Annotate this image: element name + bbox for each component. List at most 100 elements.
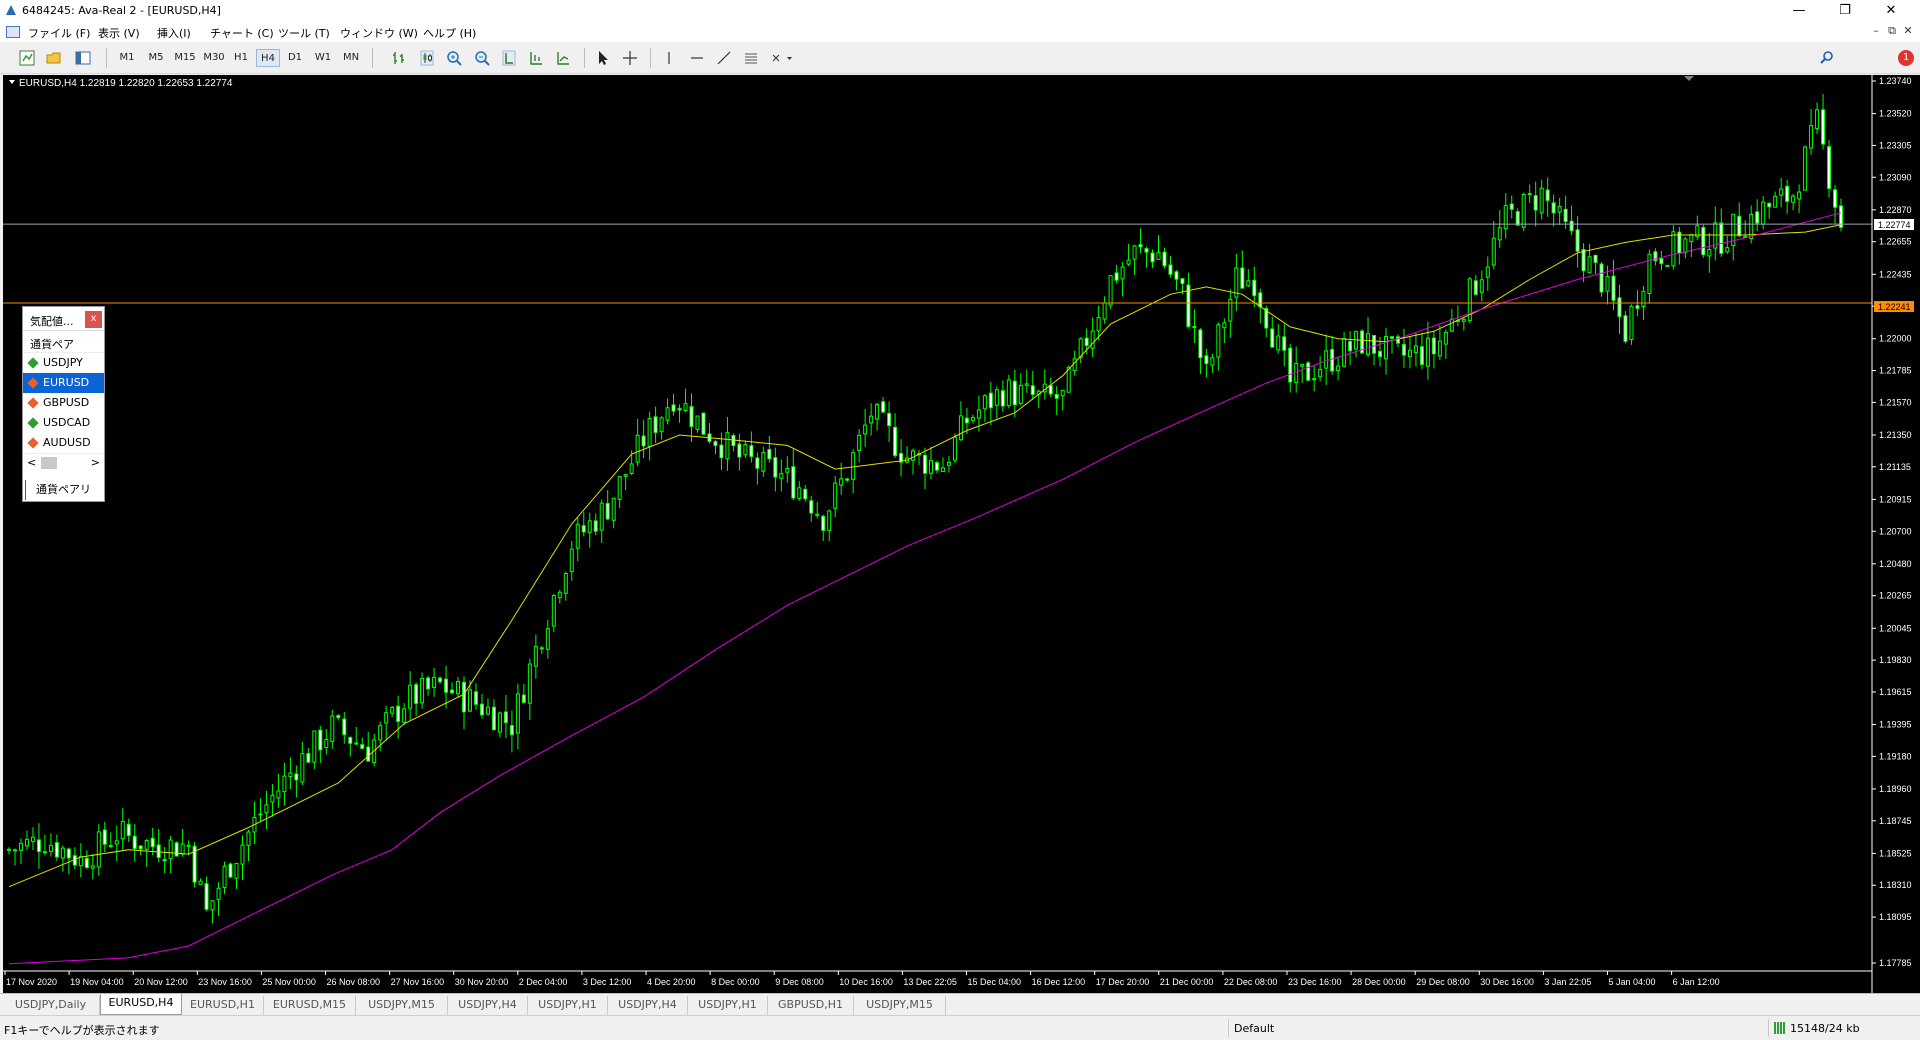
candle: [575, 517, 580, 562]
chart-tab[interactable]: EURUSD,M15: [264, 996, 356, 1015]
menu-view[interactable]: 表示 (V): [98, 25, 140, 41]
close-button[interactable]: ✕: [1868, 0, 1914, 22]
child-minimize-button[interactable]: –: [1868, 24, 1884, 37]
chart-tab[interactable]: USDJPY,H4: [608, 996, 688, 1015]
timeframe-m5-button[interactable]: M5: [145, 49, 167, 67]
x-tick-label: 4 Dec 20:00: [647, 977, 696, 987]
scroll-right-arrow-icon[interactable]: >: [91, 456, 100, 469]
cursor-icon[interactable]: [594, 49, 612, 67]
auto-scroll-icon[interactable]: [527, 49, 545, 67]
timeframe-h4-button[interactable]: H4: [256, 49, 280, 67]
x-tick-label: 16 Dec 12:00: [1032, 977, 1086, 987]
candle: [1168, 255, 1173, 278]
child-restore-button[interactable]: ⧉: [1884, 24, 1900, 38]
minimize-button[interactable]: —: [1776, 0, 1822, 22]
scroll-left-arrow-icon[interactable]: <: [27, 456, 36, 469]
zoom-in-icon[interactable]: [445, 49, 463, 67]
candle: [414, 682, 419, 717]
profiles-icon[interactable]: [45, 49, 63, 67]
chart-tab[interactable]: GBPUSD,H1: [768, 996, 854, 1015]
candle: [114, 825, 119, 862]
candle: [276, 773, 281, 808]
candle: [1803, 145, 1808, 191]
candle: [1839, 198, 1844, 232]
bar-chart-icon[interactable]: [390, 49, 408, 67]
chart-tab[interactable]: USDJPY,Daily: [2, 996, 100, 1015]
chart-area[interactable]: 1.23740 1.23520 1.23305 1.23090 1.22870 1.226…: [3, 75, 1920, 993]
menu-tools[interactable]: ツール (T): [278, 25, 330, 41]
timeframe-w1-button[interactable]: W1: [312, 49, 334, 67]
menu-insert[interactable]: 挿入(I): [157, 25, 191, 41]
scroll-thumb[interactable]: [41, 457, 57, 469]
chart-menu-icon[interactable]: [9, 80, 15, 84]
symbol-row-gbpusd[interactable]: GBPUSD: [23, 393, 104, 413]
candle: [1593, 254, 1598, 274]
candle: [330, 709, 335, 749]
notification-badge[interactable]: 1: [1898, 50, 1914, 66]
candle: [1384, 327, 1389, 375]
market-watch-close-button[interactable]: x: [85, 311, 102, 328]
trendline-icon[interactable]: [715, 49, 733, 67]
candlestick-icon[interactable]: [418, 49, 436, 67]
menu-help[interactable]: ヘルプ (H): [423, 25, 476, 41]
chart-tab[interactable]: USDJPY,M15: [356, 996, 448, 1015]
symbol-row-eurusd[interactable]: EURUSD: [23, 373, 104, 393]
tile-windows-icon[interactable]: [500, 49, 518, 67]
chart-shift-marker[interactable]: [1684, 76, 1694, 81]
channel-icon[interactable]: [742, 49, 760, 67]
chart-tab[interactable]: EURUSD,H1: [182, 996, 264, 1015]
candle: [1186, 272, 1191, 329]
market-watch-window[interactable]: 気配値... x 通貨ペア USDJPY EURUSD GBPUSD USDCA…: [22, 306, 105, 516]
candle: [857, 429, 862, 463]
chart-tab-active[interactable]: EURUSD,H4: [100, 994, 182, 1015]
chart-shift-icon[interactable]: [554, 49, 572, 67]
search-icon[interactable]: [1818, 49, 1836, 67]
symbol-row-usdcad[interactable]: USDCAD: [23, 413, 104, 433]
x-tick-label: 30 Nov 20:00: [455, 977, 509, 987]
timeframe-m30-button[interactable]: M30: [201, 49, 227, 67]
candle: [521, 684, 526, 704]
menu-window[interactable]: ウィンドウ (W): [340, 25, 418, 41]
menu-chart[interactable]: チャート (C): [210, 25, 274, 41]
candle: [958, 401, 963, 441]
candle: [456, 677, 461, 699]
timeframe-d1-button[interactable]: D1: [284, 49, 306, 67]
chart-tab[interactable]: USDJPY,H1: [528, 996, 608, 1015]
timeframe-m15-button[interactable]: M15: [172, 49, 198, 67]
timeframe-mn-button[interactable]: MN: [339, 49, 363, 67]
zoom-out-icon[interactable]: [473, 49, 491, 67]
child-close-button[interactable]: ✕: [1900, 24, 1916, 37]
candle: [318, 725, 323, 764]
shapes-dropdown-icon[interactable]: [770, 49, 794, 67]
chart-tab[interactable]: USDJPY,H1: [688, 996, 768, 1015]
symbol-row-audusd[interactable]: AUDUSD: [23, 433, 104, 453]
x-tick-label: 23 Nov 16:00: [198, 977, 252, 987]
chart-tab[interactable]: USDJPY,M15: [854, 996, 946, 1015]
candle: [66, 847, 71, 875]
horizontal-scrollbar[interactable]: < >: [23, 453, 104, 471]
candle: [324, 728, 329, 755]
candle: [1144, 246, 1149, 268]
horizontal-line-icon[interactable]: [688, 49, 706, 67]
new-chart-icon[interactable]: [18, 49, 36, 67]
market-watch-title: 気配値...: [30, 315, 74, 328]
restore-button[interactable]: ❐: [1822, 0, 1868, 22]
title-bar: 6484245: Ava-Real 2 - [EURUSD,H4] — ❐ ✕: [0, 0, 1920, 22]
market-watch-header[interactable]: 気配値... x: [23, 307, 104, 331]
price-chart[interactable]: 1.23740 1.23520 1.23305 1.23090 1.22870 1.226…: [3, 75, 1920, 993]
menu-file[interactable]: ファイル (F): [28, 25, 90, 41]
crosshair-icon[interactable]: [621, 49, 639, 67]
chart-tab[interactable]: USDJPY,H4: [448, 996, 528, 1015]
vertical-line-icon[interactable]: [660, 49, 678, 67]
symbol-row-usdjpy[interactable]: USDJPY: [23, 353, 104, 373]
navigator-icon[interactable]: [74, 49, 92, 67]
timeframe-h1-button[interactable]: H1: [230, 49, 252, 67]
symbol-list-tab[interactable]: 通貨ペアリスト: [25, 480, 104, 516]
timeframe-m1-button[interactable]: M1: [116, 49, 138, 67]
candle: [713, 439, 718, 455]
candle: [923, 447, 928, 490]
symbol-column-header[interactable]: 通貨ペア: [23, 331, 104, 353]
candle: [336, 714, 341, 721]
child-window-icon[interactable]: [6, 26, 20, 38]
candle: [12, 848, 17, 866]
